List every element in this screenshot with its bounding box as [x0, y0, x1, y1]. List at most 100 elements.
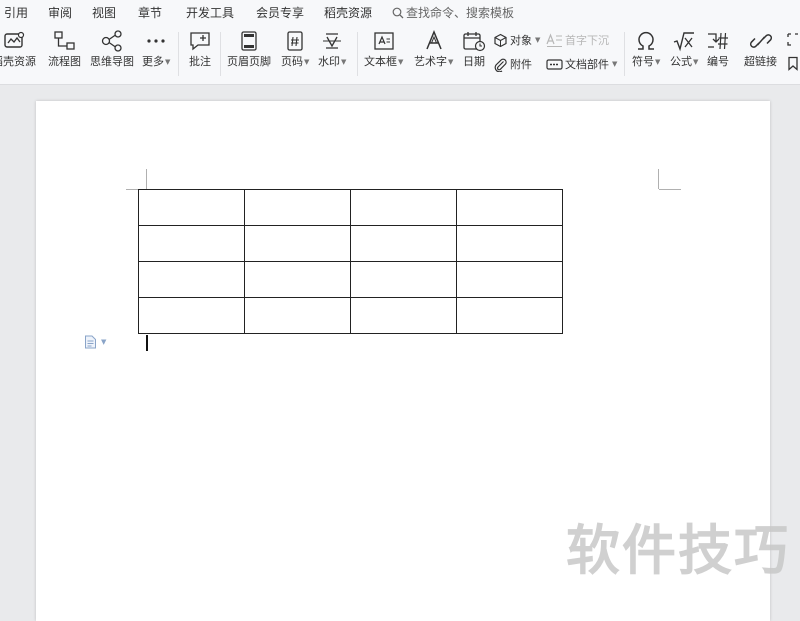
ribbon-toolbar: 稻壳资源 流程图 思维导图 更多▼ 批注 页眉页脚 页码▼ 水印▼ 文本框▼ 艺…: [0, 24, 800, 85]
flowchart-label: 流程图: [48, 55, 81, 68]
attachment-button[interactable]: 附件: [493, 56, 532, 72]
table-row: [138, 225, 563, 262]
page-number-label: 页码: [281, 55, 303, 68]
object-button[interactable]: 对象 ▼: [493, 32, 540, 48]
bookmark-button[interactable]: [786, 56, 800, 71]
dropdown-caret-icon: ▼: [535, 36, 541, 44]
crossref-button[interactable]: [786, 32, 800, 47]
table-cell[interactable]: [350, 297, 457, 334]
dropdown-caret-icon: ▼: [448, 58, 454, 66]
table-cell[interactable]: [244, 189, 351, 226]
object-label: 对象: [510, 34, 532, 47]
flowchart-icon: [53, 31, 75, 50]
more-label: 更多: [142, 55, 164, 68]
menu-references[interactable]: 引用: [4, 4, 28, 21]
watermark-icon: [323, 33, 342, 49]
link-icon: [749, 34, 772, 48]
menu-developer[interactable]: 开发工具: [186, 4, 234, 21]
document-table[interactable]: [138, 189, 563, 334]
date-label: 日期: [463, 55, 485, 68]
formula-icon: [673, 32, 695, 52]
dropdown-caret-icon: ▼: [398, 58, 404, 66]
textbox-button[interactable]: 文本框▼: [364, 30, 403, 69]
flowchart-button[interactable]: 流程图: [48, 30, 81, 69]
command-search[interactable]: 查找命令、搜索模板: [392, 4, 514, 21]
calendar-icon: [463, 32, 486, 52]
drop-cap-button[interactable]: 首字下沉: [546, 32, 609, 48]
bookmark-icon: [788, 56, 798, 71]
hyperlink-label: 超链接: [744, 55, 777, 68]
table-cell[interactable]: [456, 225, 563, 262]
table-cell[interactable]: [244, 261, 351, 298]
wordart-label: 艺术字: [414, 55, 447, 68]
hyperlink-button[interactable]: 超链接: [744, 30, 777, 69]
drop-cap-label: 首字下沉: [565, 34, 609, 47]
ribbon-separator: [624, 32, 625, 76]
docer-resources-label: 稻壳资源: [0, 55, 36, 68]
numbering-button[interactable]: 编号: [706, 30, 730, 69]
drop-cap-icon: [546, 32, 562, 47]
menu-docer[interactable]: 稻壳资源: [324, 4, 372, 21]
dropdown-caret-icon: ▼: [693, 58, 699, 66]
watermark-label: 水印: [318, 55, 340, 68]
mindmap-button[interactable]: 思维导图: [90, 30, 134, 69]
table-cell[interactable]: [456, 189, 563, 226]
table-cell[interactable]: [350, 189, 457, 226]
table-cell[interactable]: [138, 189, 245, 226]
menu-chapter[interactable]: 章节: [138, 4, 162, 21]
dropdown-caret-icon: ▼: [101, 338, 107, 346]
more-button[interactable]: 更多▼: [142, 30, 170, 69]
table-cell[interactable]: [456, 261, 563, 298]
crossref-icon: [787, 33, 798, 46]
attachment-label: 附件: [510, 58, 532, 71]
paragraph-layout-icon: [85, 335, 96, 349]
text-cursor: [146, 335, 148, 351]
doc-parts-label: 文档部件: [565, 58, 609, 71]
table-cell[interactable]: [350, 261, 457, 298]
table-cell[interactable]: [138, 297, 245, 334]
formula-label: 公式: [670, 55, 692, 68]
comment-button[interactable]: 批注: [188, 30, 212, 69]
table-cell[interactable]: [244, 297, 351, 334]
omega-icon: [638, 31, 655, 50]
page-number-button[interactable]: 页码▼: [281, 30, 309, 69]
menu-review[interactable]: 审阅: [48, 4, 72, 21]
menu-view[interactable]: 视图: [92, 4, 116, 21]
table-cell[interactable]: [456, 297, 563, 334]
date-button[interactable]: 日期: [462, 30, 486, 69]
header-footer-label: 页眉页脚: [227, 55, 271, 68]
watermark-text: 软件技巧: [566, 519, 790, 582]
textbox-label: 文本框: [364, 55, 397, 68]
page-number-icon: [287, 31, 303, 51]
margin-mark-top-right: [659, 189, 681, 190]
table-cell[interactable]: [244, 225, 351, 262]
numbering-label: 编号: [707, 55, 729, 68]
symbol-button[interactable]: 符号▼: [632, 30, 660, 69]
table-cell[interactable]: [138, 261, 245, 298]
table-row: [138, 189, 563, 226]
menu-member[interactable]: 会员专享: [256, 4, 304, 21]
object-icon: [494, 33, 507, 47]
table-cell[interactable]: [350, 225, 457, 262]
margin-mark-top-right: [658, 169, 659, 189]
docer-resources-button[interactable]: 稻壳资源: [0, 30, 36, 69]
more-icon: [147, 39, 165, 43]
table-row: [138, 261, 563, 298]
dropdown-caret-icon: ▼: [655, 58, 661, 66]
wordart-button[interactable]: 艺术字▼: [414, 30, 453, 69]
search-placeholder: 查找命令、搜索模板: [406, 6, 515, 20]
comment-label: 批注: [189, 55, 211, 68]
dropdown-caret-icon: ▼: [165, 58, 171, 66]
doc-parts-button[interactable]: 文档部件 ▼: [546, 56, 617, 72]
dropdown-caret-icon: ▼: [304, 58, 310, 66]
ribbon-separator: [220, 32, 221, 76]
formula-button[interactable]: 公式▼: [670, 30, 698, 69]
dropdown-caret-icon: ▼: [612, 60, 618, 68]
ribbon-separator: [178, 32, 179, 76]
table-cell[interactable]: [138, 225, 245, 262]
numbering-icon: [708, 32, 728, 50]
watermark-button[interactable]: 水印▼: [318, 30, 346, 69]
paragraph-layout-button[interactable]: ▼: [84, 335, 106, 349]
header-footer-button[interactable]: 页眉页脚: [227, 30, 271, 69]
textbox-icon: [374, 32, 394, 50]
